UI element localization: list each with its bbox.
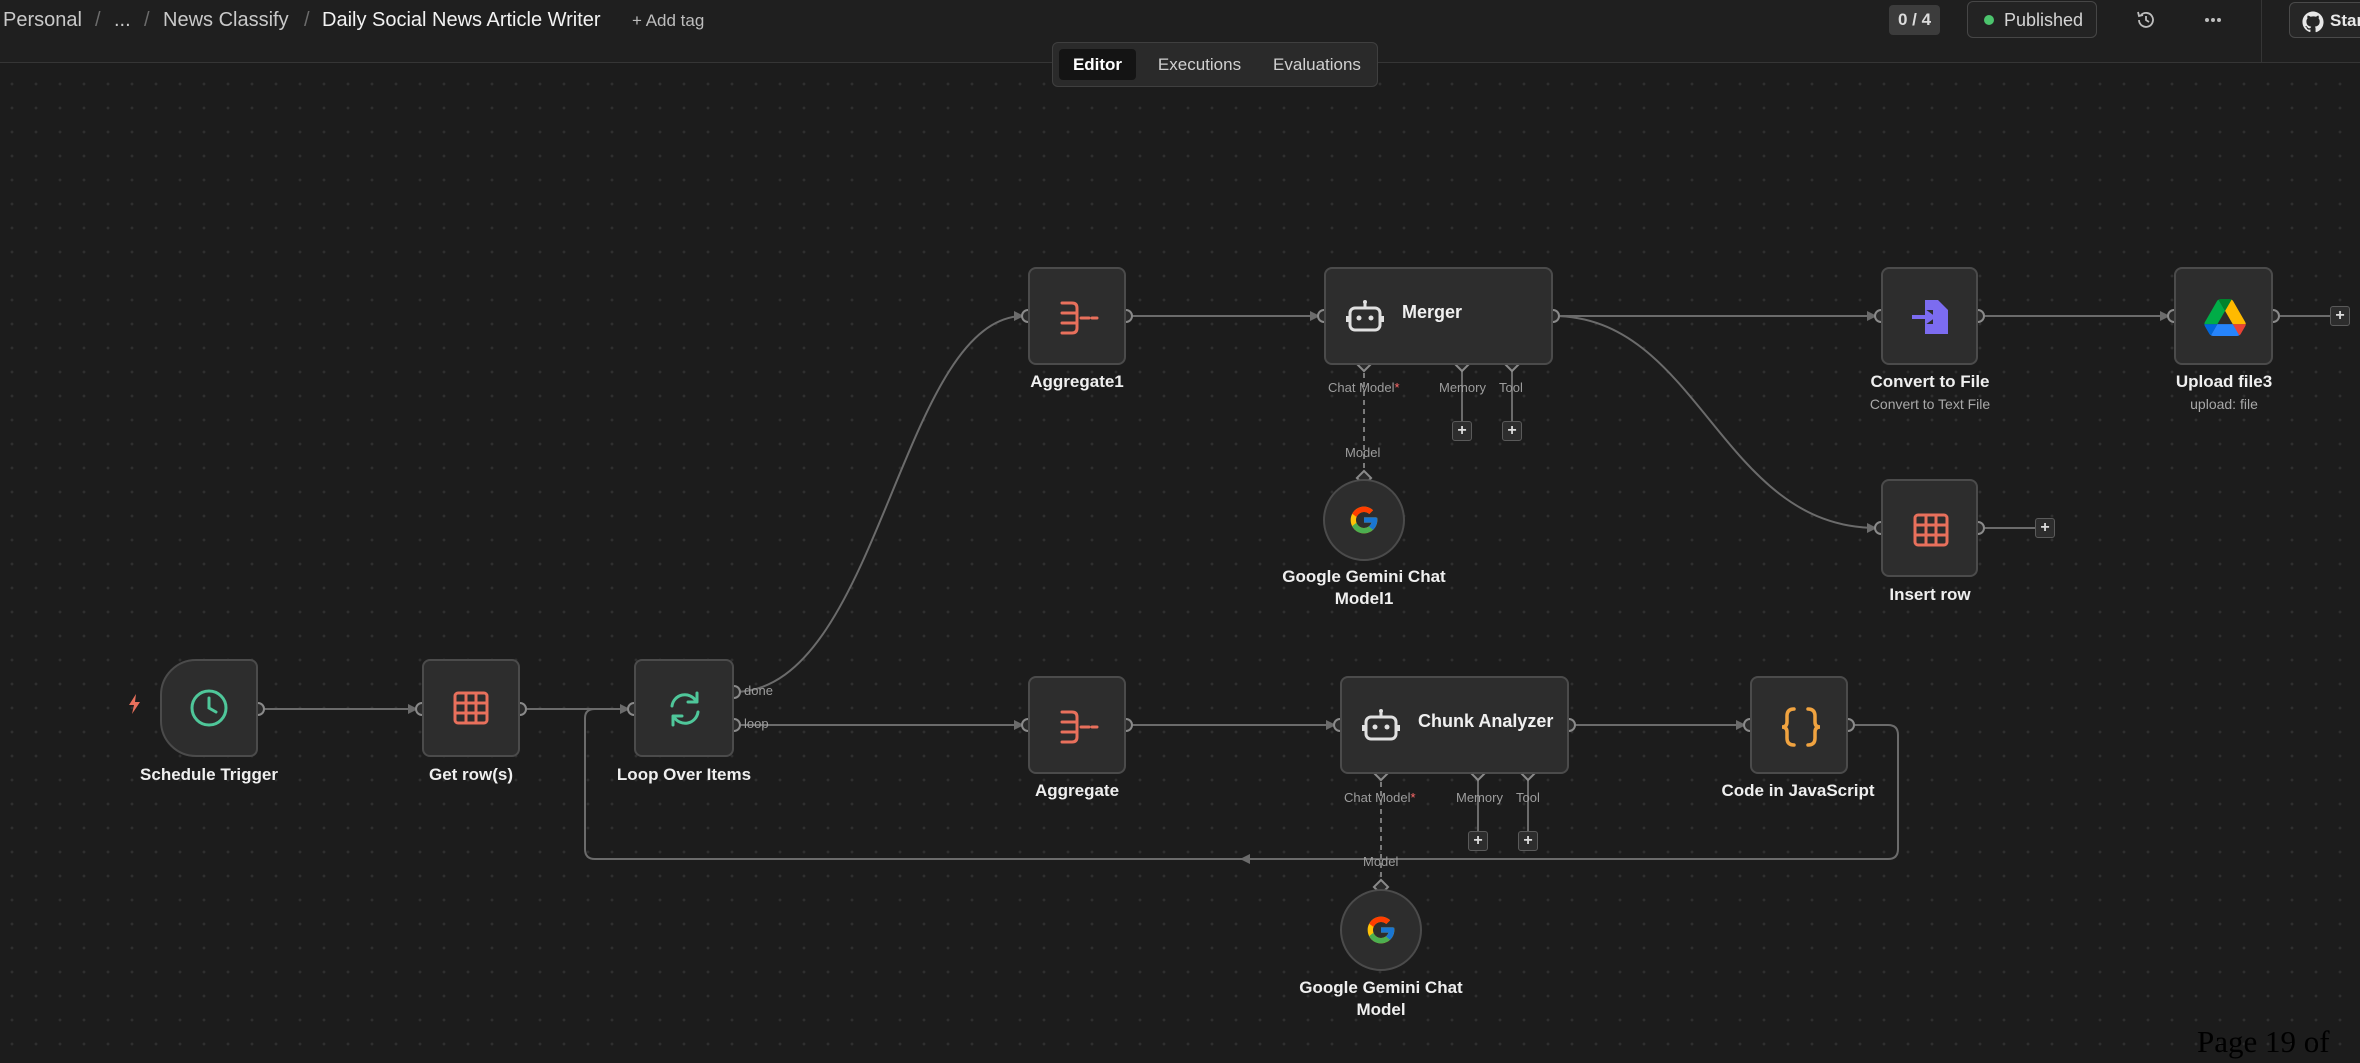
add-node-after-upload-button[interactable]: + — [2330, 306, 2350, 326]
output-label-loop: loop — [744, 716, 769, 731]
google-icon — [1350, 506, 1378, 534]
port-label-model: Model — [1363, 854, 1399, 869]
node-google-gemini-chat-model1[interactable] — [1323, 479, 1405, 561]
port-label-tool: Tool — [1516, 790, 1540, 805]
aggregate-icon — [1060, 301, 1099, 335]
port-label-chat-model: Chat Model* — [1344, 790, 1416, 805]
node-loop-over-items[interactable] — [634, 659, 734, 757]
add-tool-button[interactable]: + — [1502, 421, 1522, 441]
node-label-gemini1-line1: Google Gemini Chat — [1282, 567, 1446, 586]
robot-icon — [1362, 709, 1400, 741]
node-label-code-in-javascript: Code in JavaScript — [1721, 781, 1875, 800]
add-memory-button[interactable]: + — [1452, 421, 1472, 441]
edge-merger-insert — [1552, 315, 1878, 529]
node-label-insert-row: Insert row — [1889, 585, 1971, 604]
clock-icon — [190, 689, 228, 727]
node-code-in-javascript[interactable] — [1750, 676, 1848, 774]
port-label-memory: Memory — [1439, 380, 1486, 395]
node-aggregate[interactable] — [1028, 676, 1126, 774]
table-icon — [453, 691, 489, 725]
add-memory-button[interactable]: + — [1468, 831, 1488, 851]
google-icon — [1367, 916, 1395, 944]
output-label-done: done — [744, 683, 773, 698]
connections-layer — [251, 309, 2330, 896]
node-schedule-trigger[interactable] — [160, 659, 258, 757]
node-label-aggregate: Aggregate — [1034, 781, 1120, 800]
google-drive-icon — [2204, 299, 2246, 336]
file-import-icon — [1912, 300, 1948, 334]
trigger-bolt-icon — [129, 694, 140, 714]
aggregate-icon — [1060, 710, 1099, 744]
table-icon — [1913, 513, 1949, 547]
node-get-rows[interactable] — [422, 659, 520, 757]
node-label-upload-file3: Upload file3 — [2175, 372, 2273, 391]
add-tool-button[interactable]: + — [1518, 831, 1538, 851]
node-title-chunk-analyzer: Chunk Analyzer — [1418, 711, 1554, 731]
robot-icon — [1346, 300, 1384, 332]
node-merger[interactable]: Merger — [1324, 267, 1553, 365]
port-label-chat-model: Chat Model* — [1328, 380, 1400, 395]
node-google-gemini-chat-model[interactable] — [1340, 889, 1422, 971]
node-insert-row[interactable] — [1881, 479, 1978, 577]
node-label-aggregate1: Aggregate1 — [1030, 372, 1124, 391]
node-label-gemini-line1: Google Gemini Chat — [1299, 978, 1463, 997]
loop-icon — [670, 691, 700, 727]
node-upload-file3[interactable] — [2174, 267, 2273, 365]
node-chunk-analyzer[interactable]: Chunk Analyzer — [1340, 676, 1569, 774]
node-title-merger: Merger — [1402, 302, 1463, 322]
node-label-convert-to-file: Convert to File — [1870, 372, 1990, 391]
node-label-schedule-trigger: Schedule Trigger — [140, 765, 278, 784]
port-label-memory: Memory — [1456, 790, 1503, 805]
node-subtitle-upload-file3: upload: file — [2190, 396, 2258, 412]
node-label-get-rows: Get row(s) — [428, 765, 514, 784]
node-label-gemini1-line2: Model1 — [1334, 589, 1394, 608]
node-subtitle-convert-to-file: Convert to Text File — [1869, 396, 1991, 412]
page-indicator: Page 19 of — [2197, 1024, 2330, 1059]
port-label-model: Model — [1345, 445, 1381, 460]
node-convert-to-file[interactable] — [1881, 267, 1978, 365]
braces-icon — [1781, 707, 1821, 747]
port-label-tool: Tool — [1499, 380, 1523, 395]
node-label-gemini-line2: Model — [1356, 1000, 1406, 1019]
node-label-loop-over-items: Loop Over Items — [616, 765, 752, 784]
add-node-after-insert-button[interactable]: + — [2035, 518, 2055, 538]
node-aggregate1[interactable] — [1028, 267, 1126, 365]
